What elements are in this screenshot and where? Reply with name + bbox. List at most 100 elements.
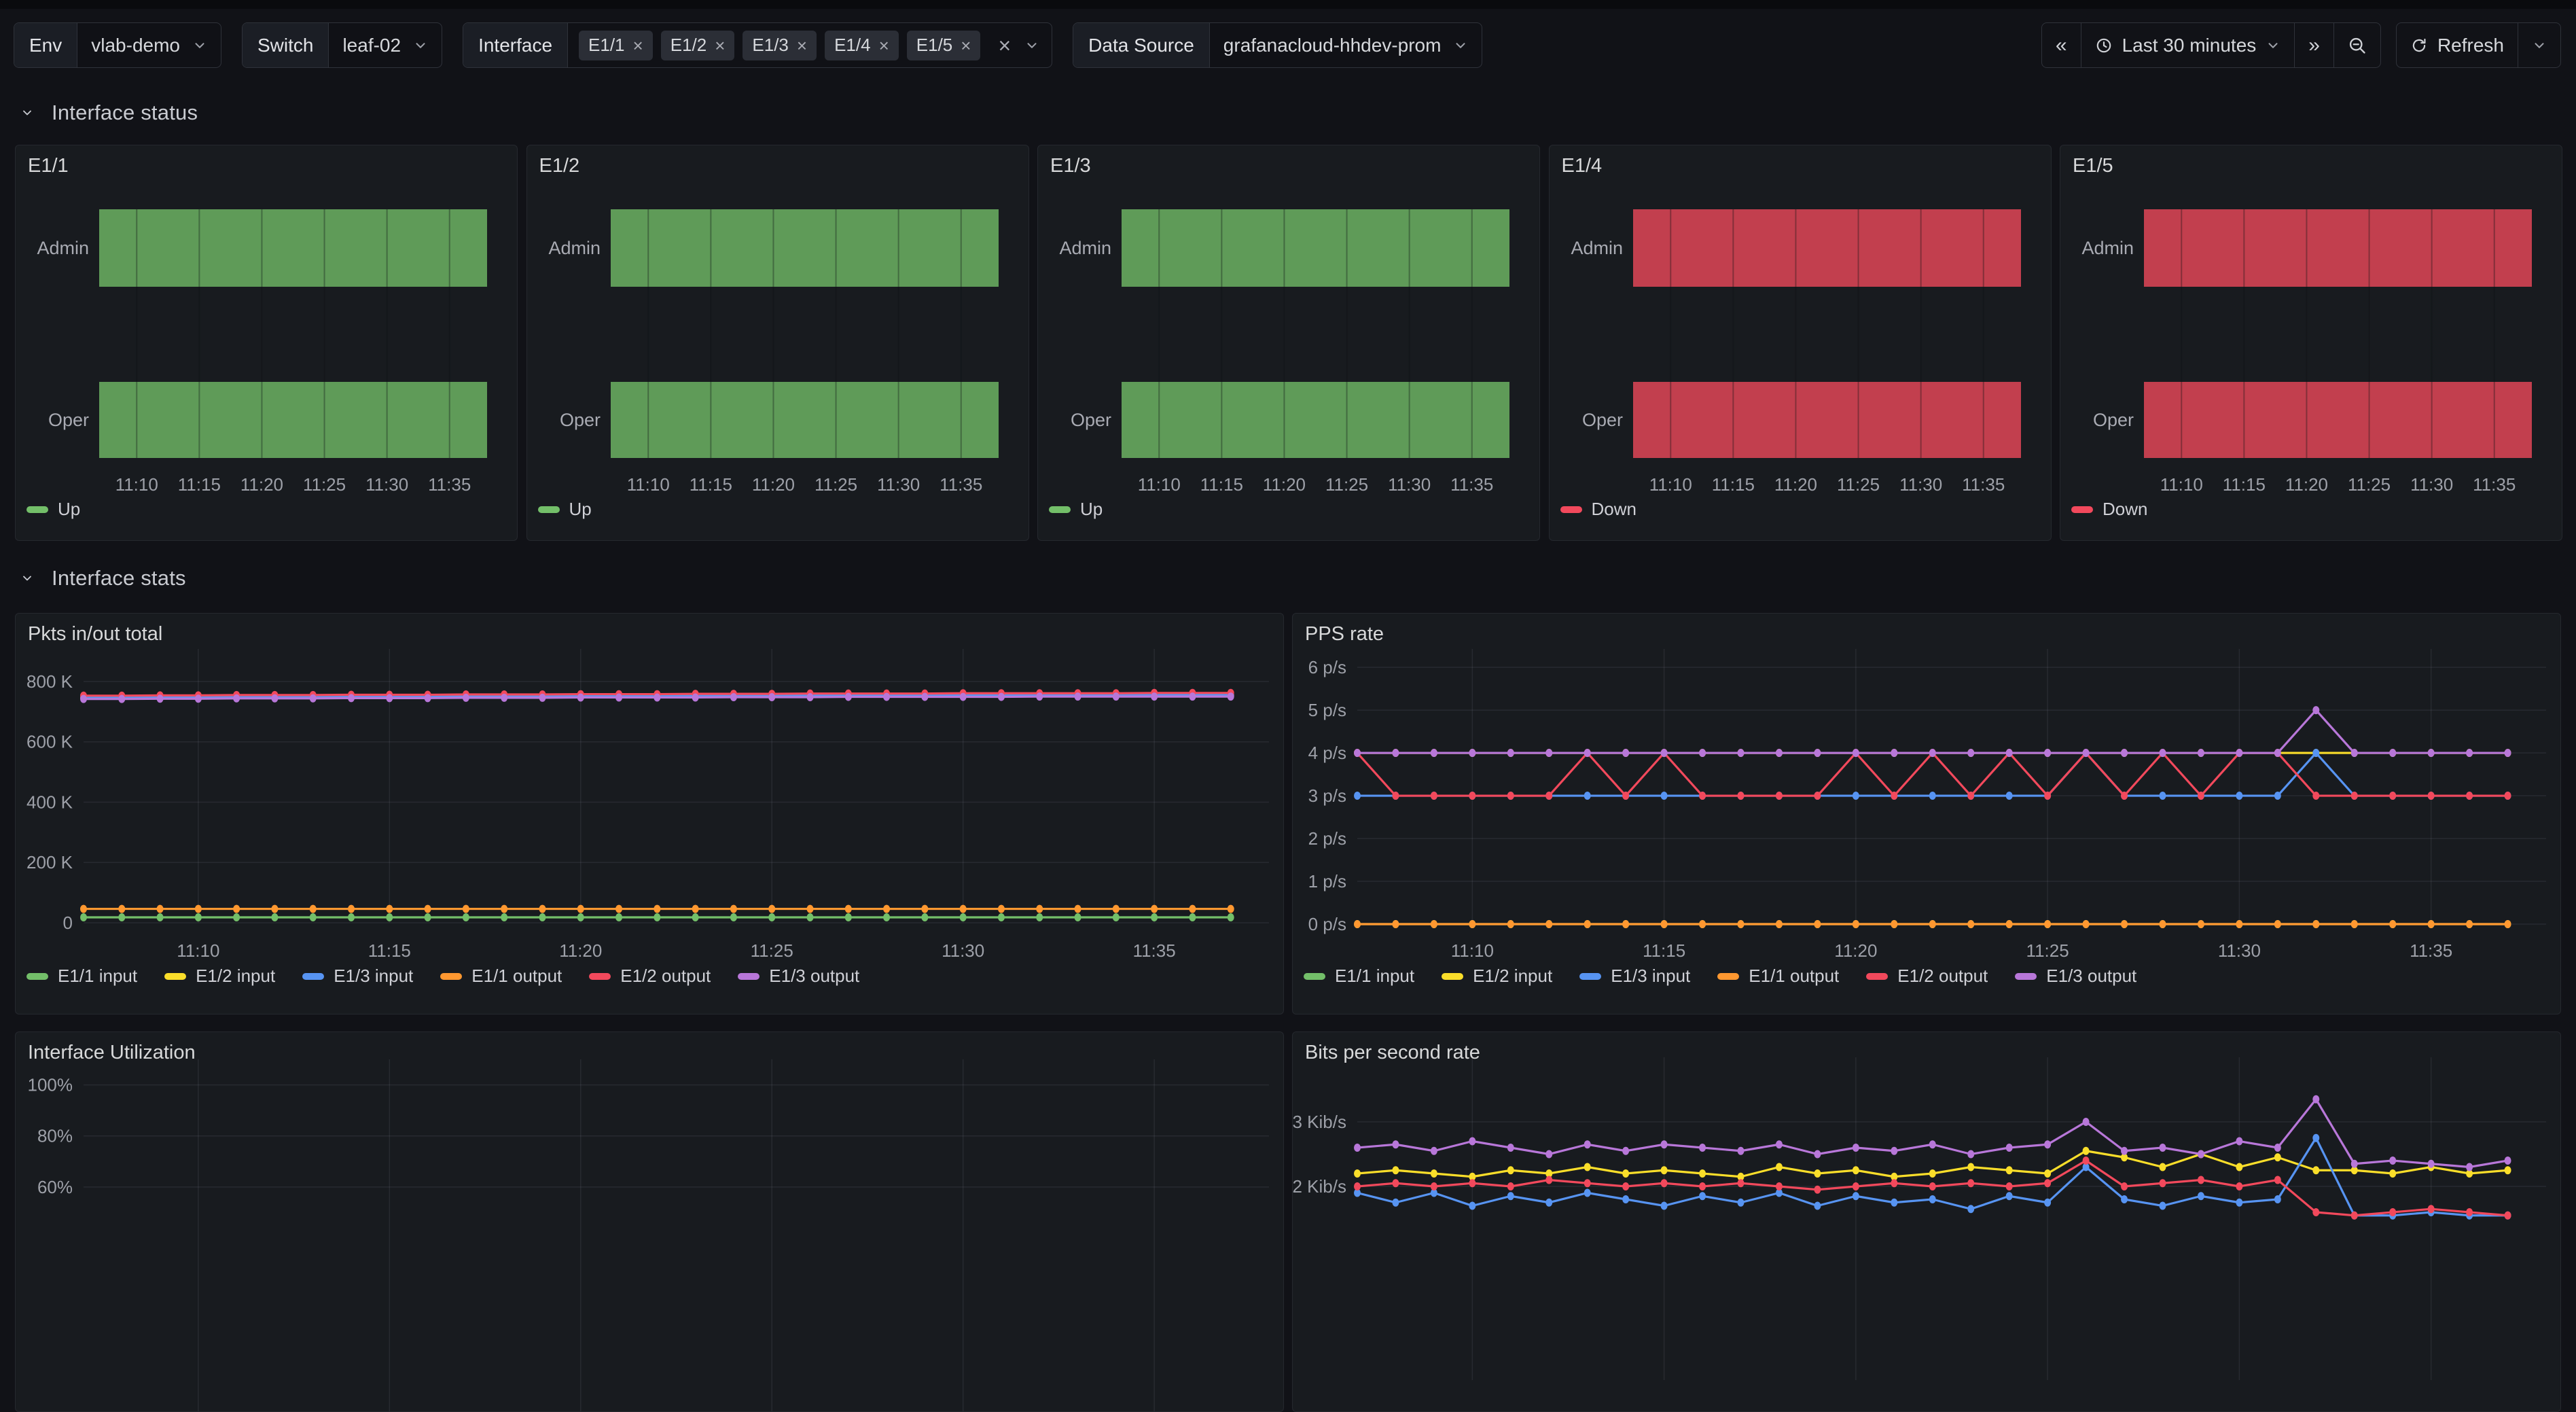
legend-item[interactable]: Down [1560,499,1636,520]
time-range-label: Last 30 minutes [2122,35,2257,56]
legend-item[interactable]: E1/3 input [302,966,413,987]
pkts-chart[interactable]: 0200 K400 K600 K800 K11:1011:1511:2011:2… [16,614,1283,1014]
interface-chip[interactable]: E1/4× [825,31,899,60]
legend-item[interactable]: Up [1049,499,1103,520]
section-title[interactable]: Interface status [52,101,198,125]
chevron-down-icon[interactable] [20,571,34,585]
remove-chip-icon[interactable]: × [961,37,971,54]
chevron-down-icon [2266,38,2280,53]
svg-text:100%: 100% [28,1075,73,1095]
svg-text:11:30: 11:30 [1388,474,1431,495]
state-timeline-chart[interactable]: AdminOper11:1011:1511:2011:2511:3011:35 [1038,145,1539,540]
refresh-button[interactable]: Refresh [2397,23,2518,67]
zoom-out-button[interactable] [2333,23,2380,67]
legend-item[interactable]: E1/2 input [1442,966,1552,987]
remove-chip-icon[interactable]: × [633,37,643,54]
clear-all-icon[interactable]: × [998,35,1011,56]
state-timeline-chart[interactable]: AdminOper11:1011:1511:2011:2511:3011:35 [16,145,517,540]
interface-chip-label: E1/2 [670,35,707,56]
switch-select[interactable]: leaf-02 [329,23,442,67]
data-source-select[interactable]: grafanacloud-hhdev-prom [1210,23,1482,67]
svg-text:11:35: 11:35 [2473,474,2516,495]
section-interface-status[interactable]: Interface status [20,101,198,125]
svg-text:11:10: 11:10 [2160,474,2203,495]
svg-text:11:30: 11:30 [942,940,984,961]
svg-text:11:15: 11:15 [1643,940,1685,961]
svg-text:11:35: 11:35 [2410,940,2452,961]
legend-item[interactable]: E1/3 output [2015,966,2136,987]
legend-item[interactable]: E1/3 input [1579,966,1690,987]
state-timeline-chart[interactable]: AdminOper11:1011:1511:2011:2511:3011:35 [527,145,1028,540]
interface-chip[interactable]: E1/2 × [661,31,735,60]
interface-chip[interactable]: E1/1× [579,31,653,60]
legend-item[interactable]: E1/2 output [589,966,711,987]
legend-swatch [1442,973,1463,980]
time-controls: « Last 30 minutes » Refresh [2041,22,2561,68]
legend-item[interactable]: E1/2 input [164,966,275,987]
chevron-down-icon [192,38,207,53]
legend-item[interactable]: E1/1 output [1717,966,1839,987]
svg-text:60%: 60% [37,1177,73,1197]
time-shift-back-button[interactable]: « [2042,23,2081,67]
legend-item[interactable]: E1/1 input [26,966,137,987]
svg-text:11:15: 11:15 [2223,474,2266,495]
legend-label: Down [2103,499,2147,520]
legend-item[interactable]: E1/1 input [1304,966,1414,987]
time-range-picker[interactable]: Last 30 minutes [2081,23,2295,67]
legend-item[interactable]: Up [538,499,592,520]
svg-text:11:10: 11:10 [1138,474,1181,495]
legend-swatch [1866,973,1888,980]
util-chart[interactable]: 60%80%100% [16,1032,1283,1411]
legend-label: E1/2 output [1897,966,1988,987]
legend-item[interactable]: Up [26,499,80,520]
chevron-down-icon [1453,38,1468,53]
interface-chip-label: E1/5 [916,35,953,56]
state-timeline-chart[interactable]: AdminOper11:1011:1511:2011:2511:3011:35 [2060,145,2562,540]
state-timeline-chart[interactable]: AdminOper11:1011:1511:2011:2511:3011:35 [1550,145,2051,540]
legend-swatch [1560,506,1582,513]
bits-chart[interactable]: 2 Kib/s3 Kib/s [1293,1032,2560,1411]
interface-chip[interactable]: E1/3× [743,31,817,60]
pps-chart[interactable]: 0 p/s1 p/s2 p/s3 p/s4 p/s5 p/s6 p/s11:10… [1293,614,2560,1014]
svg-text:11:20: 11:20 [2285,474,2328,495]
legend-label: E1/1 output [1749,966,1839,987]
svg-text:400 K: 400 K [26,792,73,812]
time-shift-forward-button[interactable]: » [2294,23,2333,67]
svg-text:11:10: 11:10 [177,940,219,961]
svg-text:200 K: 200 K [26,852,73,872]
legend-label: E1/2 input [196,966,275,987]
section-title[interactable]: Interface stats [52,566,186,590]
refresh-interval-dropdown[interactable] [2518,23,2560,67]
legend-item[interactable]: E1/3 output [738,966,859,987]
section-interface-stats[interactable]: Interface stats [20,566,186,590]
chevron-down-icon[interactable] [1024,38,1039,53]
legend-item[interactable]: Down [2071,499,2147,520]
svg-text:11:10: 11:10 [115,474,158,495]
interface-field: InterfaceE1/1×E1/2×E1/3×E1/4×E1/5×× [463,22,1052,68]
data-source-value: grafanacloud-hhdev-prom [1223,35,1442,56]
legend-label: E1/1 input [58,966,137,987]
chevron-down-icon[interactable] [20,106,34,120]
svg-text:3 p/s: 3 p/s [1308,786,1346,806]
legend-swatch [538,506,560,513]
env-select[interactable]: vlab-demo [77,23,221,67]
remove-chip-icon[interactable]: × [879,37,889,54]
legend-label: Up [1080,499,1103,520]
interface-chip[interactable]: E1/5 × [907,31,981,60]
remove-chip-icon[interactable]: × [715,37,725,54]
svg-text:11:25: 11:25 [2026,940,2069,961]
svg-text:11:35: 11:35 [1133,940,1176,961]
chart-panel-util: Interface Utilization60%80%100% [15,1031,1284,1412]
legend-item[interactable]: E1/2 output [1866,966,1988,987]
chevron-down-icon [2532,38,2547,53]
svg-text:Oper: Oper [1071,410,1111,430]
refresh-group: Refresh [2396,22,2561,68]
svg-text:11:35: 11:35 [1450,474,1493,495]
interface-chips: E1/1×E1/2×E1/3×E1/4×E1/5× [568,23,991,67]
switch-field: Switchleaf-02 [242,22,442,68]
legend-item[interactable]: E1/1 output [440,966,562,987]
remove-chip-icon[interactable]: × [797,37,807,54]
svg-text:Admin: Admin [1571,238,1623,258]
svg-text:5 p/s: 5 p/s [1308,700,1346,720]
svg-text:11:30: 11:30 [2410,474,2453,495]
